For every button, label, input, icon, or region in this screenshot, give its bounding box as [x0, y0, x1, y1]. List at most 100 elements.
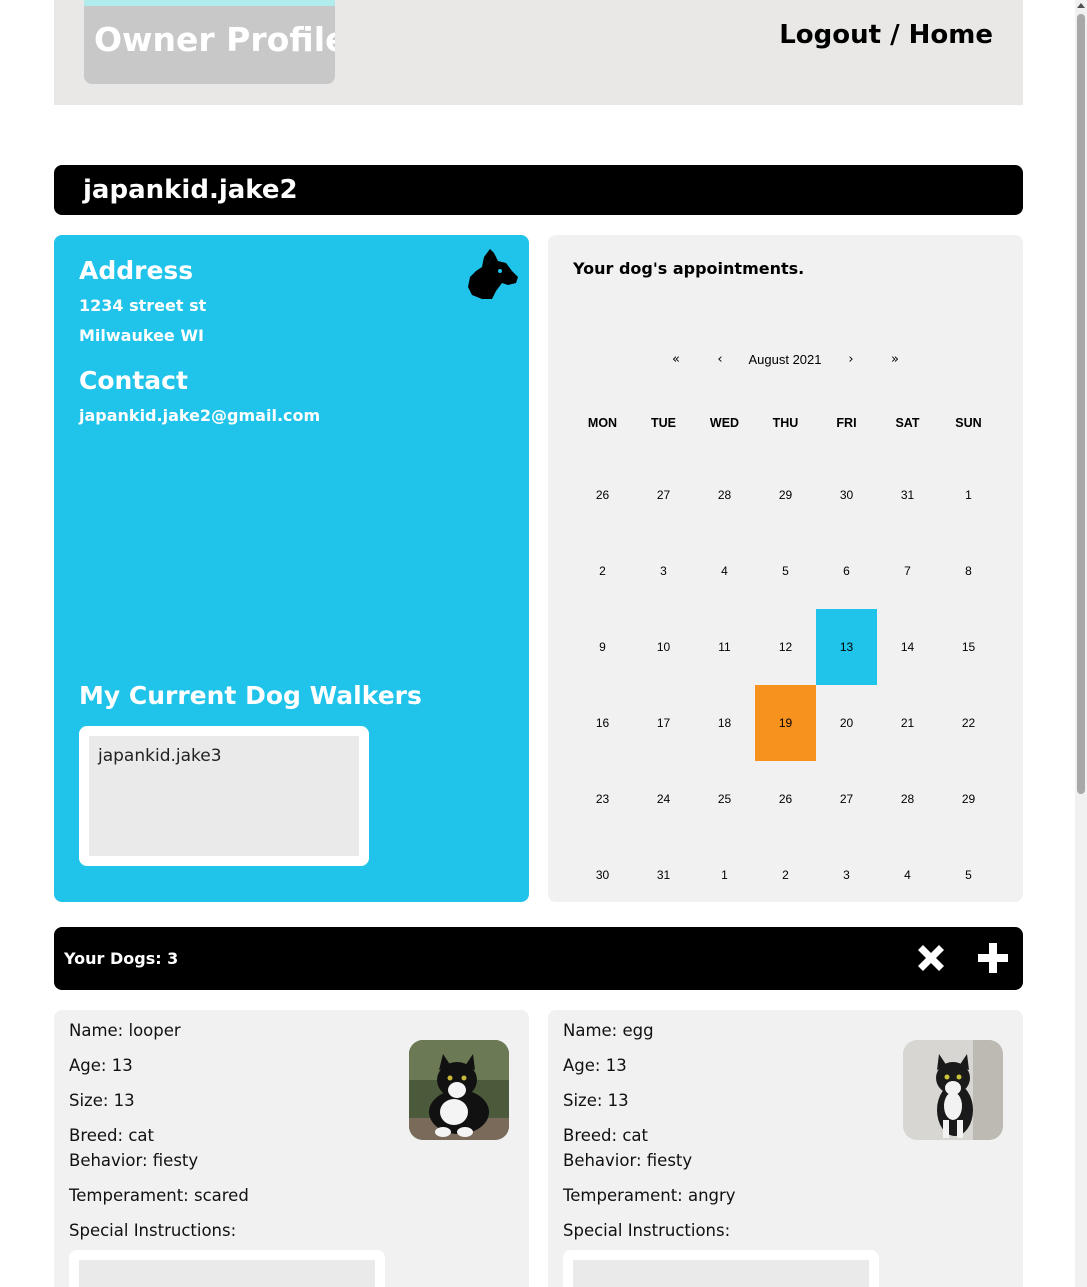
calendar-day[interactable]: 26 [572, 457, 633, 533]
page-title: Owner Profile [94, 20, 335, 59]
calendar-day[interactable]: 11 [694, 609, 755, 685]
scroll-up-icon[interactable] [1077, 3, 1085, 8]
calendar-day[interactable]: 28 [877, 761, 938, 837]
weekday-thu: THU [772, 416, 799, 430]
dogs-count: Your Dogs: 3 [64, 949, 179, 968]
weekday-sun: SUN [955, 416, 982, 430]
prev-year-button[interactable]: « [661, 352, 691, 367]
dog-size: Size: 13 [69, 1091, 135, 1110]
walkers-list-inner: japankid.jake3 [89, 736, 359, 856]
calendar-heading: Your dog's appointments. [573, 259, 805, 278]
calendar-day[interactable]: 24 [633, 761, 694, 837]
weekday-sat: SAT [895, 416, 920, 430]
calendar-day[interactable]: 6 [816, 533, 877, 609]
calendar-day[interactable]: 27 [816, 761, 877, 837]
username: japankid.jake2 [83, 175, 298, 205]
appointments-calendar: Your dog's appointments. « ‹ August 2021… [548, 235, 1023, 902]
calendar-day[interactable]: 15 [938, 609, 999, 685]
owner-info-panel: Address 1234 street st Milwaukee WI Cont… [54, 235, 529, 902]
calendar-day[interactable]: 17 [633, 685, 694, 761]
dog-head-icon [468, 249, 518, 299]
calendar-day[interactable]: 1 [938, 457, 999, 533]
calendar-day[interactable]: 10 [633, 609, 694, 685]
calendar-day[interactable]: 23 [572, 761, 633, 837]
calendar-day[interactable]: 25 [694, 761, 755, 837]
calendar-day[interactable]: 13 [816, 609, 877, 685]
calendar-day[interactable]: 3 [816, 837, 877, 913]
contact-heading: Contact [79, 366, 188, 395]
calendar-day[interactable]: 2 [755, 837, 816, 913]
calendar-day[interactable]: 14 [877, 609, 938, 685]
page: Owner Profile Logout / Home japankid.jak… [0, 0, 1087, 1287]
calendar-day[interactable]: 30 [816, 457, 877, 533]
walker-item[interactable]: japankid.jake3 [98, 746, 222, 766]
calendar-day[interactable]: 18 [694, 685, 755, 761]
calendar-day[interactable]: 4 [694, 533, 755, 609]
dog-temperament: Temperament: angry [563, 1186, 736, 1205]
dog-breed: Breed: cat [69, 1126, 154, 1145]
scrollbar-thumb[interactable] [1077, 14, 1085, 794]
calendar-day[interactable]: 26 [755, 761, 816, 837]
dog-name: Name: looper [69, 1021, 181, 1040]
title-accent [84, 0, 335, 6]
calendar-day[interactable]: 2 [572, 533, 633, 609]
calendar-day[interactable]: 20 [816, 685, 877, 761]
dog-breed: Breed: cat [563, 1126, 648, 1145]
dog-behavior: Behavior: fiesty [69, 1151, 199, 1170]
calendar-day[interactable]: 5 [938, 837, 999, 913]
dog-age: Age: 13 [563, 1056, 627, 1075]
calendar-day[interactable]: 21 [877, 685, 938, 761]
dog-special-instructions-label: Special Instructions: [69, 1221, 237, 1240]
special-instructions-box [563, 1250, 879, 1287]
title-box: Owner Profile [84, 0, 335, 84]
page-scrollbar[interactable] [1075, 0, 1087, 1287]
calendar-day[interactable]: 30 [572, 837, 633, 913]
weekday-mon: MON [587, 416, 618, 430]
x-icon[interactable] [914, 941, 948, 975]
calendar-day[interactable]: 29 [938, 761, 999, 837]
address-line1: 1234 street st [79, 296, 207, 315]
dog-behavior: Behavior: fiesty [563, 1151, 693, 1170]
contact-email: japankid.jake2@gmail.com [79, 406, 321, 425]
next-month-button[interactable]: › [836, 352, 866, 367]
special-instructions-inner [573, 1260, 869, 1287]
dog-card-egg: Name: egg Age: 13 Size: 13 Breed: cat Be… [548, 1010, 1023, 1287]
address-line2: Milwaukee WI [79, 326, 204, 345]
dog-temperament: Temperament: scared [69, 1186, 249, 1205]
username-bar: japankid.jake2 [54, 165, 1023, 215]
dog-special-instructions-label: Special Instructions: [563, 1221, 731, 1240]
calendar-day[interactable]: 29 [755, 457, 816, 533]
dog-card-looper: Name: looper Age: 13 Size: 13 Breed: cat… [54, 1010, 529, 1287]
calendar-day[interactable]: 22 [938, 685, 999, 761]
dogs-bar: Your Dogs: 3 [54, 927, 1023, 990]
weekday-wed: WED [709, 416, 740, 430]
calendar-day[interactable]: 19 [755, 685, 816, 761]
dog-name: Name: egg [563, 1021, 654, 1040]
prev-month-button[interactable]: ‹ [705, 352, 735, 367]
calendar-day[interactable]: 4 [877, 837, 938, 913]
special-instructions-inner [79, 1260, 375, 1287]
next-year-button[interactable]: » [880, 352, 910, 367]
calendar-day[interactable]: 1 [694, 837, 755, 913]
calendar-day[interactable]: 9 [572, 609, 633, 685]
dog-photo [409, 1040, 509, 1140]
calendar-day[interactable]: 31 [877, 457, 938, 533]
calendar-day[interactable]: 7 [877, 533, 938, 609]
calendar-day[interactable]: 28 [694, 457, 755, 533]
calendar-day[interactable]: 5 [755, 533, 816, 609]
calendar-day[interactable]: 3 [633, 533, 694, 609]
weekday-fri: FRI [836, 416, 857, 430]
dog-photo [903, 1040, 1003, 1140]
calendar-day[interactable]: 31 [633, 837, 694, 913]
calendar-day[interactable]: 16 [572, 685, 633, 761]
walkers-heading: My Current Dog Walkers [79, 681, 422, 710]
calendar-day[interactable]: 27 [633, 457, 694, 533]
calendar-day[interactable]: 12 [755, 609, 816, 685]
calendar-day[interactable]: 8 [938, 533, 999, 609]
header: Owner Profile Logout / Home [54, 0, 1023, 105]
dog-age: Age: 13 [69, 1056, 133, 1075]
walkers-list: japankid.jake3 [79, 726, 369, 866]
month-label[interactable]: August 2021 [735, 352, 835, 367]
logout-home-link[interactable]: Logout / Home [779, 20, 993, 50]
plus-icon[interactable] [976, 941, 1010, 975]
